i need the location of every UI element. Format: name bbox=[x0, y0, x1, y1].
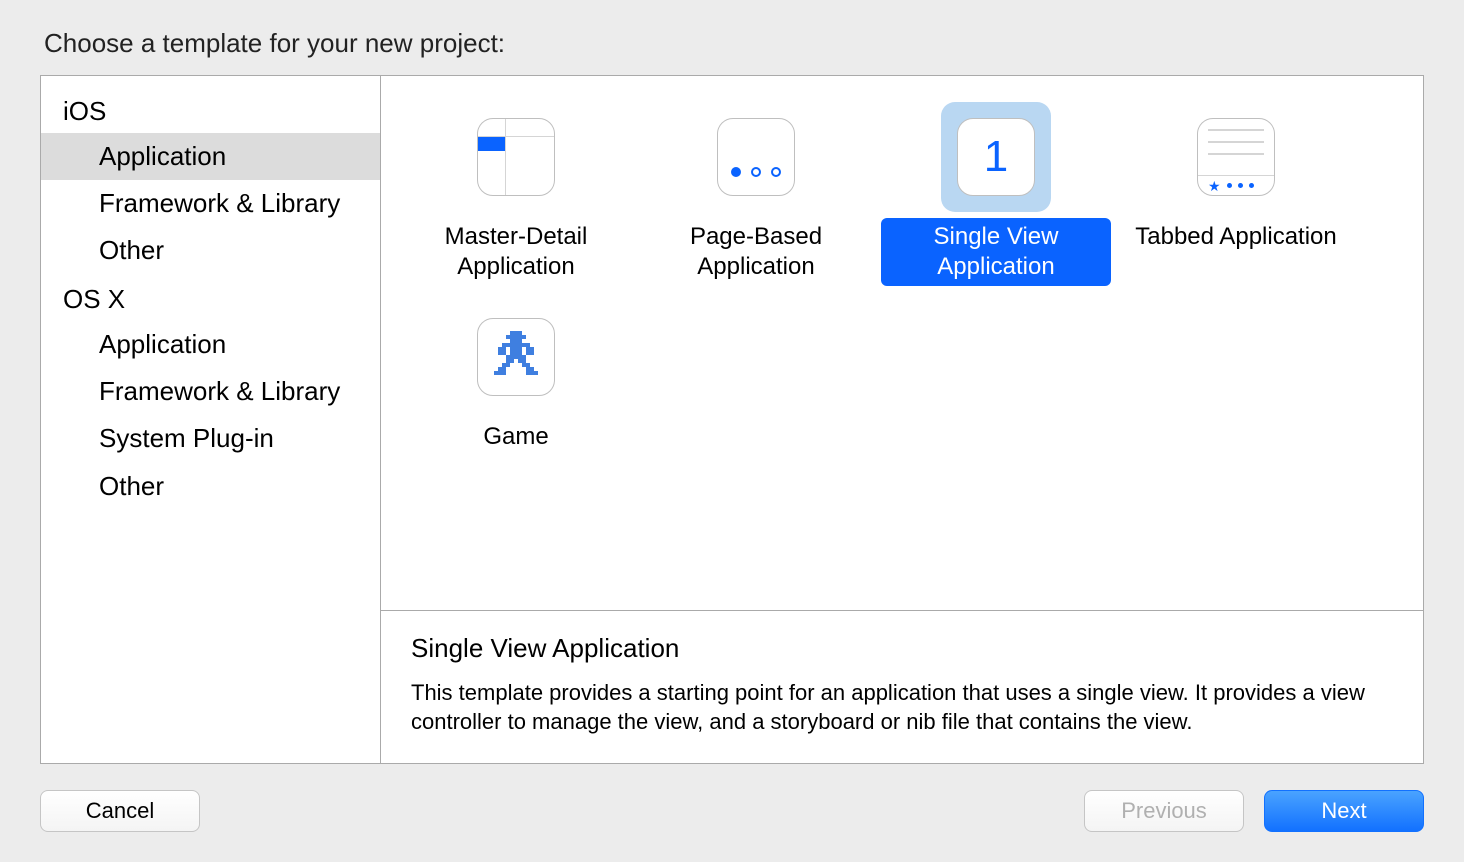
template-icon-wrap bbox=[701, 102, 811, 212]
template-label: Game bbox=[473, 418, 558, 456]
single-view-digit: 1 bbox=[958, 119, 1034, 195]
footer: Cancel Previous Next bbox=[40, 764, 1424, 832]
template-label: Page-Based Application bbox=[641, 218, 871, 286]
sidebar-item-label: Framework & Library bbox=[99, 188, 340, 218]
main-area: Master-Detail Application Page-Based App… bbox=[381, 76, 1423, 763]
template-single-view[interactable]: 1 Single View Application bbox=[881, 96, 1111, 286]
template-label: Master-Detail Application bbox=[401, 218, 631, 286]
sheet-heading: Choose a template for your new project: bbox=[44, 28, 1424, 59]
category-sidebar: iOS Application Framework & Library Othe… bbox=[41, 76, 381, 763]
content-panel: iOS Application Framework & Library Othe… bbox=[40, 75, 1424, 764]
sidebar-item-ios-framework[interactable]: Framework & Library bbox=[41, 180, 380, 227]
template-label: Tabbed Application bbox=[1125, 218, 1347, 256]
template-page-based[interactable]: Page-Based Application bbox=[641, 96, 871, 286]
sidebar-item-osx-system-plugin[interactable]: System Plug-in bbox=[41, 415, 380, 462]
sidebar-item-ios-application[interactable]: Application bbox=[41, 133, 380, 180]
sidebar-item-label: Application bbox=[99, 329, 226, 359]
master-detail-icon bbox=[477, 118, 555, 196]
description-body: This template provides a starting point … bbox=[411, 678, 1393, 737]
sidebar-item-ios-other[interactable]: Other bbox=[41, 227, 380, 274]
new-project-sheet: Choose a template for your new project: … bbox=[0, 0, 1464, 862]
next-button[interactable]: Next bbox=[1264, 790, 1424, 832]
template-game[interactable]: Game bbox=[401, 296, 631, 456]
previous-button[interactable]: Previous bbox=[1084, 790, 1244, 832]
sidebar-item-label: Application bbox=[99, 141, 226, 171]
template-icon-wrap bbox=[461, 302, 571, 412]
sidebar-item-osx-framework[interactable]: Framework & Library bbox=[41, 368, 380, 415]
sidebar-item-osx-application[interactable]: Application bbox=[41, 321, 380, 368]
game-icon bbox=[477, 318, 555, 396]
game-sprite-icon bbox=[494, 331, 538, 383]
template-icon-wrap: ★ bbox=[1181, 102, 1291, 212]
template-master-detail[interactable]: Master-Detail Application bbox=[401, 96, 631, 286]
tabbed-icon: ★ bbox=[1197, 118, 1275, 196]
cancel-button[interactable]: Cancel bbox=[40, 790, 200, 832]
sidebar-item-label: System Plug-in bbox=[99, 423, 274, 453]
sidebar-group-osx: OS X bbox=[41, 274, 380, 321]
description-title: Single View Application bbox=[411, 633, 1393, 664]
single-view-icon: 1 bbox=[957, 118, 1035, 196]
template-tabbed[interactable]: ★ Tabbed Application bbox=[1121, 96, 1351, 286]
template-icon-wrap: 1 bbox=[941, 102, 1051, 212]
sidebar-item-osx-other[interactable]: Other bbox=[41, 463, 380, 510]
sidebar-item-label: Framework & Library bbox=[99, 376, 340, 406]
template-icon-wrap bbox=[461, 102, 571, 212]
template-label: Single View Application bbox=[881, 218, 1111, 286]
sidebar-group-ios: iOS bbox=[41, 86, 380, 133]
template-description: Single View Application This template pr… bbox=[381, 610, 1423, 763]
sidebar-item-label: Other bbox=[99, 471, 164, 501]
page-based-icon bbox=[717, 118, 795, 196]
sidebar-item-label: Other bbox=[99, 235, 164, 265]
template-grid: Master-Detail Application Page-Based App… bbox=[381, 76, 1423, 610]
